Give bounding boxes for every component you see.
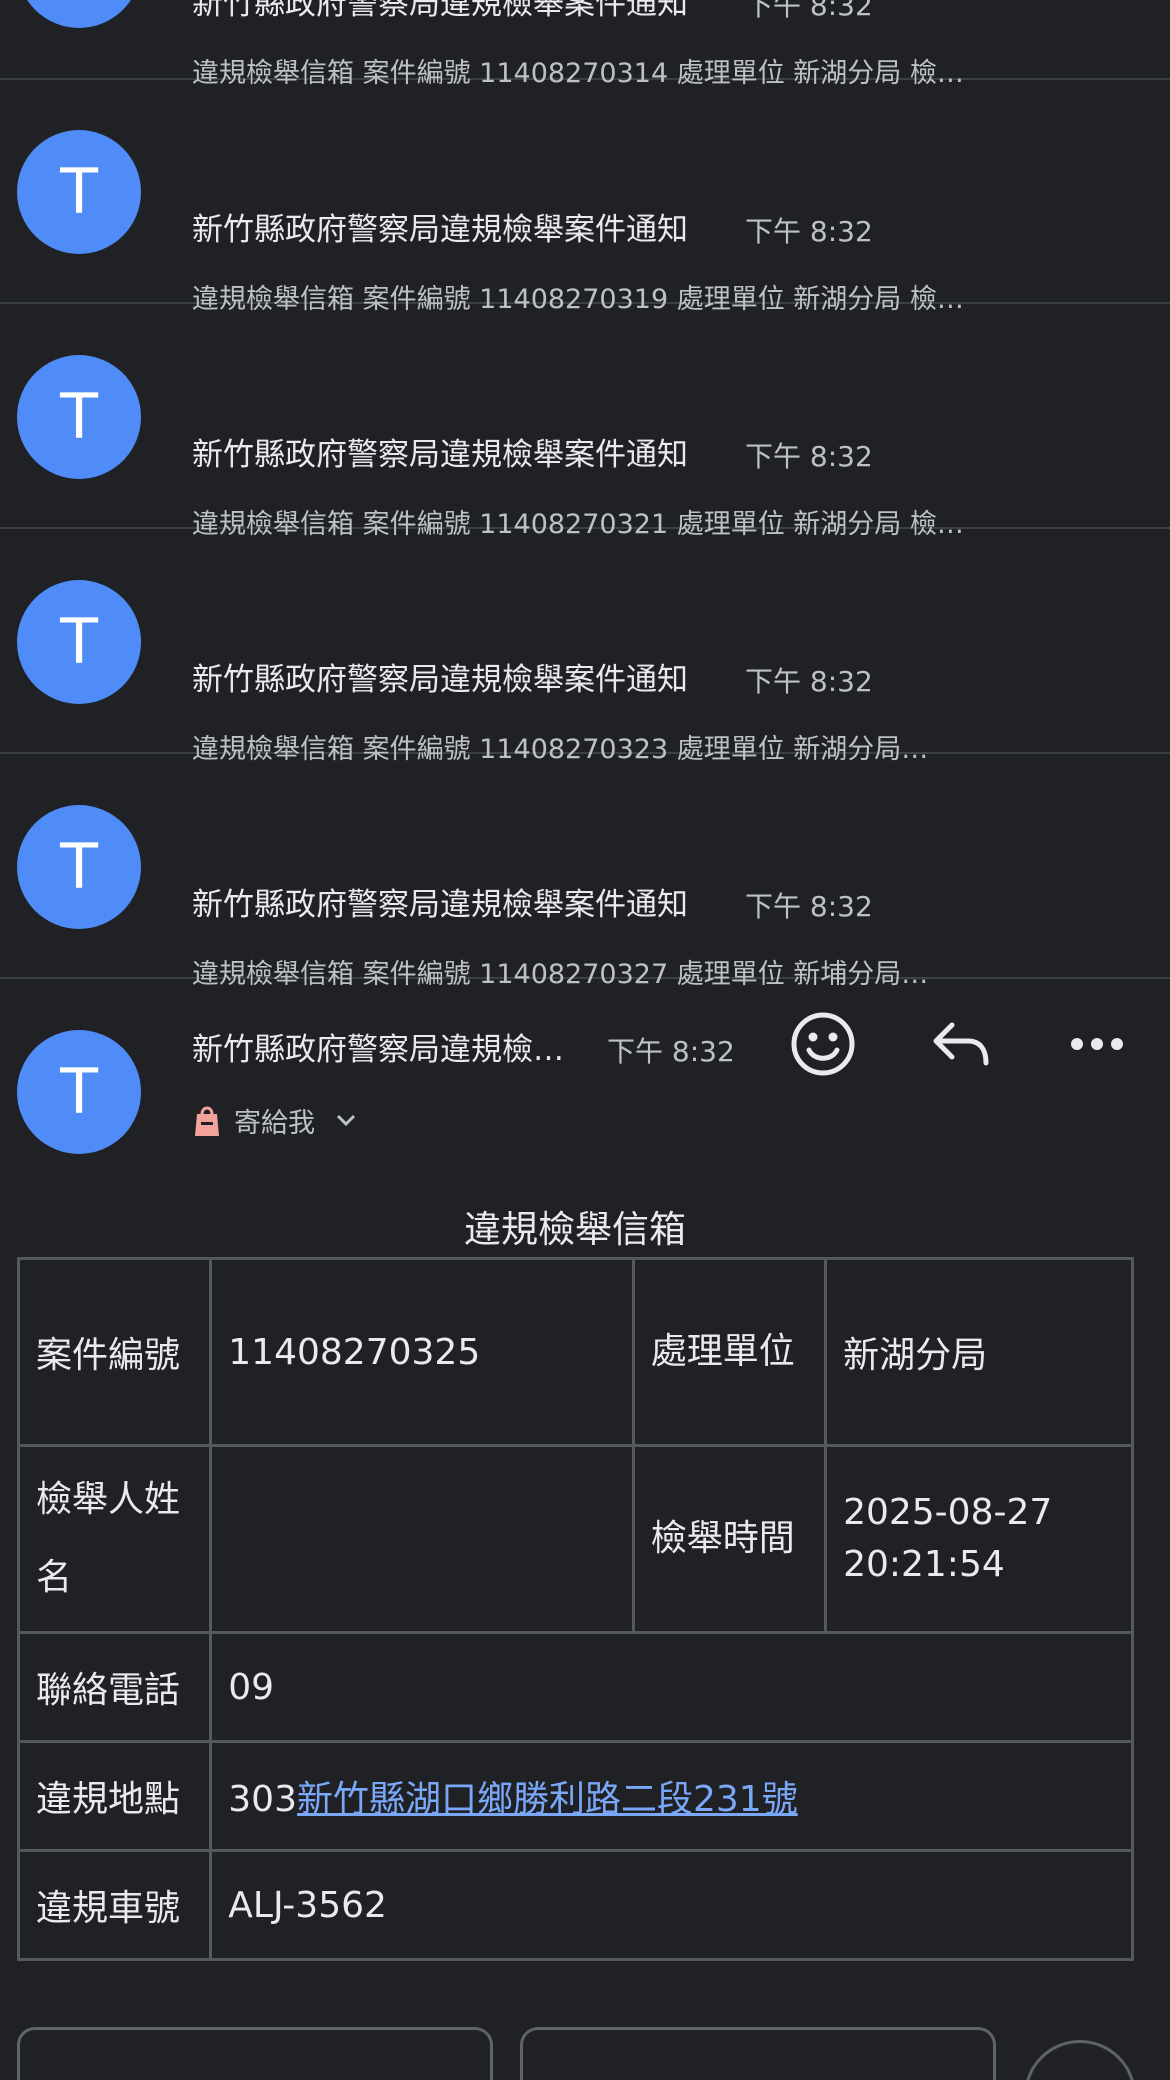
plate-label: 違規車號 (16, 1849, 213, 1961)
table-row: 案件編號 11408270325 處理單位 新湖分局 (16, 1257, 1134, 1447)
sender-avatar: T (17, 805, 141, 929)
case-number-label: 案件編號 (16, 1257, 213, 1447)
emoji-action-button[interactable] (1024, 2040, 1136, 2080)
reply-icon (930, 1019, 992, 1073)
emoji-reaction-button[interactable] (768, 1008, 878, 1084)
list-item[interactable]: T 新竹縣政府警察局違規檢舉案件通知 下午 8:32 違規檢舉信箱 案件編號 1… (0, 0, 1170, 89)
message-time: 下午 8:32 (745, 665, 873, 698)
table-row: 違規地點 303新竹縣湖口鄉勝利路二段231號 (16, 1740, 1134, 1852)
report-clock: 20:21:54 (843, 1544, 1005, 1585)
report-title: 違規檢舉信箱 (464, 1208, 686, 1251)
sender-avatar: T (17, 580, 141, 704)
sender-name: 新竹縣政府警察局違規檢舉案件通知 (192, 887, 688, 923)
report-time-label: 檢舉時間 (631, 1444, 828, 1634)
message-time: 下午 8:32 (745, 440, 873, 473)
case-number-value: 11408270325 (209, 1257, 635, 1447)
table-row: 聯絡電話 09 (16, 1631, 1134, 1743)
sender-avatar: T (17, 0, 141, 28)
report-time-value: 2025-08-27 20:21:54 (824, 1444, 1134, 1634)
emoji-icon (790, 1011, 856, 1081)
more-icon (1069, 1036, 1125, 1056)
reporter-value (209, 1444, 635, 1634)
sender-name: 新竹縣政府警察局違規檢舉案件通知 (192, 662, 688, 698)
reporter-label: 檢舉人姓名 (16, 1444, 213, 1634)
list-item[interactable]: T 新竹縣政府警察局違規檢舉案件通知 下午 8:32 違規檢舉信箱 案件編號 1… (0, 305, 1170, 540)
email-thread-screen: T 新竹縣政府警察局違規檢舉案件通知 下午 8:32 違規檢舉信箱 案件編號 1… (0, 0, 1170, 2080)
message-time: 下午 8:32 (745, 0, 873, 22)
location-address-link[interactable]: 新竹縣湖口鄉勝利路二段231號 (297, 1779, 798, 1820)
table-row: 檢舉人姓名 檢舉時間 2025-08-27 20:21:54 (16, 1444, 1134, 1634)
recipient-toggle[interactable]: 寄給我 (192, 1098, 359, 1142)
chevron-down-icon (333, 1107, 359, 1133)
sender-avatar: T (17, 130, 141, 254)
phone-label: 聯絡電話 (16, 1631, 213, 1743)
sender-name: 新竹縣政府警察局違規檢舉案件通知 (192, 1032, 572, 1068)
sender-name: 新竹縣政府警察局違規檢舉案件通知 (192, 212, 688, 248)
message-time: 下午 8:32 (745, 215, 873, 248)
sender-name: 新竹縣政府警察局違規檢舉案件通知 (192, 0, 688, 22)
message-time: 下午 8:32 (607, 1035, 735, 1068)
open-message-header: T 新竹縣政府警察局違規檢舉案件通知 下午 8:32 寄給我 (0, 980, 1170, 1200)
phone-value: 09 (209, 1631, 1134, 1743)
label-icon (192, 1102, 222, 1138)
table-row: 違規車號 ALJ-3562 (16, 1849, 1134, 1961)
list-item[interactable]: T 新竹縣政府警察局違規檢舉案件通知 下午 8:32 違規檢舉信箱 案件編號 1… (0, 80, 1170, 315)
message-time: 下午 8:32 (745, 890, 873, 923)
recipient-label: 寄給我 (234, 1107, 315, 1139)
reply-action-button[interactable] (17, 2027, 493, 2080)
list-item[interactable]: T 新竹縣政府警察局違規檢舉案件通知 下午 8:32 違規檢舉信箱 案件編號 1… (0, 530, 1170, 765)
location-value: 303新竹縣湖口鄉勝利路二段231號 (209, 1740, 1134, 1852)
reply-button[interactable] (906, 1008, 1016, 1084)
location-label: 違規地點 (16, 1740, 213, 1852)
unit-value: 新湖分局 (824, 1257, 1134, 1447)
sender-name: 新竹縣政府警察局違規檢舉案件通知 (192, 437, 688, 473)
report-date: 2025-08-27 (843, 1492, 1053, 1533)
sender-avatar: T (17, 1030, 141, 1154)
list-item[interactable]: T 新竹縣政府警察局違規檢舉案件通知 下午 8:32 違規檢舉信箱 案件編號 1… (0, 755, 1170, 990)
unit-label: 處理單位 (631, 1257, 828, 1447)
plate-value: ALJ-3562 (209, 1849, 1134, 1961)
sender-avatar: T (17, 355, 141, 479)
location-zip: 303 (228, 1779, 297, 1820)
forward-action-button[interactable] (520, 2027, 996, 2080)
more-options-button[interactable] (1042, 1008, 1152, 1084)
report-table: 案件編號 11408270325 處理單位 新湖分局 檢舉人姓名 檢舉時間 20… (16, 1257, 1134, 1961)
